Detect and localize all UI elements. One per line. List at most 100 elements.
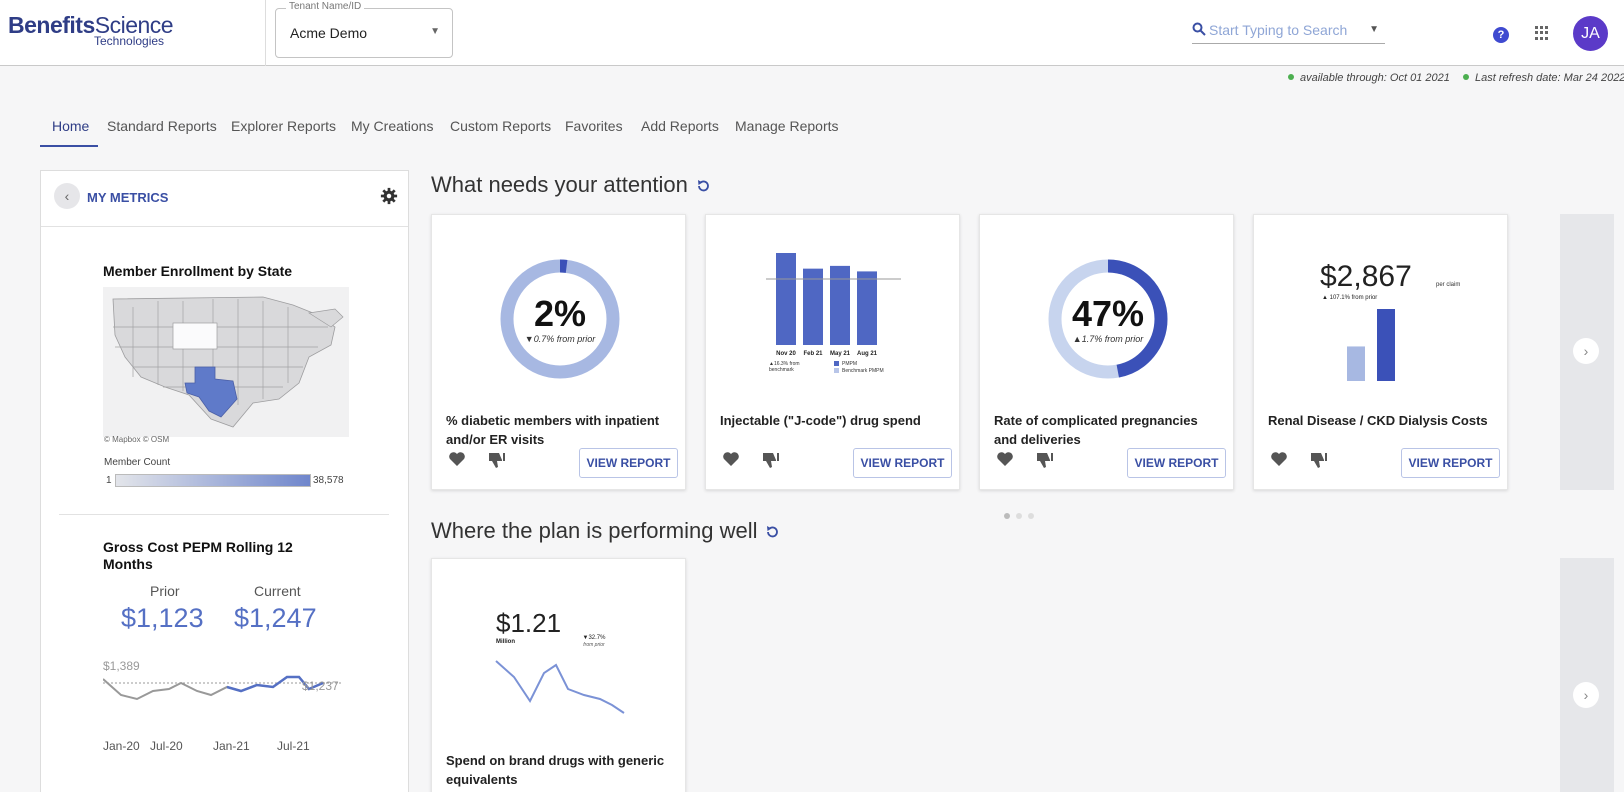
change-text: ▼32.7% (583, 635, 607, 641)
logo[interactable]: BenefitsScience Technologies (8, 12, 174, 48)
metrics-header: ‹ MY METRICS (41, 171, 408, 227)
attention-title: What needs your attention (431, 172, 688, 197)
legend-benchmark: Benchmark PMPM (842, 368, 884, 374)
tab-add-reports[interactable]: Add Reports (641, 118, 719, 134)
big-value: 2% (534, 293, 586, 334)
bar (830, 265, 850, 345)
tenant-select[interactable]: Tenant Name/ID Acme Demo ▼ (275, 1, 453, 58)
refresh-icon[interactable] (765, 525, 779, 539)
gross-cost-sparkline[interactable] (103, 669, 343, 724)
bar-label: May 21 (830, 351, 851, 357)
tab-favorites[interactable]: Favorites (565, 118, 623, 134)
bar (803, 268, 823, 345)
logo-subtitle: Technologies (94, 34, 165, 48)
bar (1377, 309, 1395, 381)
thumbs-down-icon[interactable] (1310, 451, 1328, 469)
apps-grid-icon[interactable] (1535, 26, 1549, 40)
tab-standard-reports[interactable]: Standard Reports (107, 118, 217, 134)
bar (1347, 346, 1365, 381)
bar-label: Feb 21 (803, 351, 823, 357)
tab-home[interactable]: Home (52, 118, 89, 134)
chevron-right-icon[interactable]: › (1573, 338, 1599, 364)
x-tick: Jan-20 (103, 739, 140, 753)
heart-icon[interactable] (1270, 451, 1288, 467)
divider (59, 514, 389, 515)
x-tick: Jul-21 (277, 739, 310, 753)
refresh-status: Last refresh date: Mar 24 2022 (1463, 72, 1624, 84)
card-title: % diabetic members with inpatient and/or… (446, 413, 660, 447)
search-input[interactable] (1209, 22, 1359, 38)
top-bar: BenefitsScience Technologies Tenant Name… (0, 0, 1624, 66)
attention-heading: What needs your attention (431, 172, 710, 198)
tab-explorer-reports[interactable]: Explorer Reports (231, 118, 336, 134)
report-card-jcode[interactable]: Nov 20 Feb 21 May 21 Aug 21 ▲16.3% from … (705, 214, 960, 490)
metrics-title: MY METRICS (87, 190, 169, 205)
legend-swatch-benchmark (834, 368, 839, 373)
thumbs-down-icon[interactable] (762, 451, 780, 469)
thumbs-down-icon[interactable] (1036, 451, 1054, 469)
heart-icon[interactable] (448, 451, 466, 467)
heart-icon[interactable] (996, 451, 1014, 467)
enrollment-title: Member Enrollment by State (103, 263, 293, 279)
availability-text: available through: Oct 01 2021 (1300, 72, 1450, 84)
report-card-diabetic[interactable]: 2% ▼0.7% from prior % diabetic members w… (431, 214, 686, 490)
tab-manage-reports[interactable]: Manage Reports (735, 118, 839, 134)
big-value: $2,867 (1320, 260, 1412, 293)
bar (857, 271, 877, 345)
report-card-pregnancies[interactable]: 47% ▲1.7% from prior Rate of complicated… (979, 214, 1234, 490)
search-box[interactable]: ▼ (1192, 20, 1385, 44)
renal-bar-chart: $2,867 per claim ▲ 107.1% from prior (1320, 260, 1460, 381)
jcode-bar-chart: Nov 20 Feb 21 May 21 Aug 21 ▲16.3% from … (766, 253, 901, 374)
carousel-pager (1004, 506, 1040, 524)
card-title: Renal Disease / CKD Dialysis Costs (1268, 413, 1488, 428)
unit-text: Million (496, 639, 515, 645)
refresh-icon[interactable] (696, 179, 710, 193)
search-caret-icon[interactable]: ▼ (1369, 24, 1379, 35)
view-report-button[interactable]: VIEW REPORT (853, 448, 952, 478)
performing-heading: Where the plan is performing well (431, 518, 779, 544)
pager-dot[interactable] (1016, 513, 1022, 519)
member-count-label: Member Count (104, 457, 171, 468)
gear-icon[interactable] (380, 187, 398, 205)
caret-down-icon: ▼ (430, 26, 440, 37)
map-credit: © Mapbox © OSM (104, 435, 170, 444)
tenant-value: Acme Demo (290, 25, 368, 41)
chevron-right-icon[interactable]: › (1573, 682, 1599, 708)
gross-cost-title-line2: Months (103, 556, 153, 572)
report-card-brand-drugs[interactable]: $1.21 Million ▼32.7% from prior Spend on… (431, 558, 686, 792)
status-dot (1288, 74, 1294, 80)
view-report-button[interactable]: VIEW REPORT (579, 448, 678, 478)
heart-icon[interactable] (722, 451, 740, 467)
bar-label: Aug 21 (857, 351, 878, 357)
back-chevron-icon[interactable]: ‹ (54, 183, 80, 209)
legend-swatch-pmpm (834, 361, 839, 366)
report-card-renal[interactable]: $2,867 per claim ▲ 107.1% from prior Ren… (1253, 214, 1508, 490)
help-icon[interactable]: ? (1493, 27, 1509, 43)
tab-custom-reports[interactable]: Custom Reports (450, 118, 551, 134)
card-title: Rate of complicated pregnancies and deli… (994, 413, 1198, 447)
big-value: $1.21 (496, 608, 561, 638)
thumbs-down-icon[interactable] (488, 451, 506, 469)
pager-dot[interactable] (1004, 513, 1010, 519)
prior-label: Prior (150, 583, 180, 599)
search-icon[interactable] (1192, 22, 1206, 36)
card-title: Spend on brand drugs with generic equiva… (446, 753, 665, 787)
avatar[interactable]: JA (1573, 16, 1608, 51)
change-text: ▼0.7% from prior (525, 334, 596, 344)
tab-my-creations[interactable]: My Creations (351, 118, 433, 134)
brand-drug-line-chart: $1.21 Million ▼32.7% from prior (495, 608, 625, 714)
bar (776, 253, 796, 345)
us-enrollment-map[interactable] (103, 287, 349, 437)
logo-bold-text: Benefits (8, 12, 95, 38)
unit-text: per claim (1436, 282, 1460, 288)
carousel-next-panel: › (1560, 214, 1614, 490)
bar-label: Nov 20 (776, 351, 796, 357)
gross-cost-title: Gross Cost PEPM Rolling 12 Months (103, 539, 293, 573)
view-report-button[interactable]: VIEW REPORT (1127, 448, 1226, 478)
performing-title: Where the plan is performing well (431, 518, 758, 543)
view-report-button[interactable]: VIEW REPORT (1401, 448, 1500, 478)
big-value: 47% (1072, 293, 1144, 334)
x-tick: Jan-21 (213, 739, 250, 753)
pager-dot[interactable] (1028, 513, 1034, 519)
ref-label: $1,389 (103, 659, 140, 673)
